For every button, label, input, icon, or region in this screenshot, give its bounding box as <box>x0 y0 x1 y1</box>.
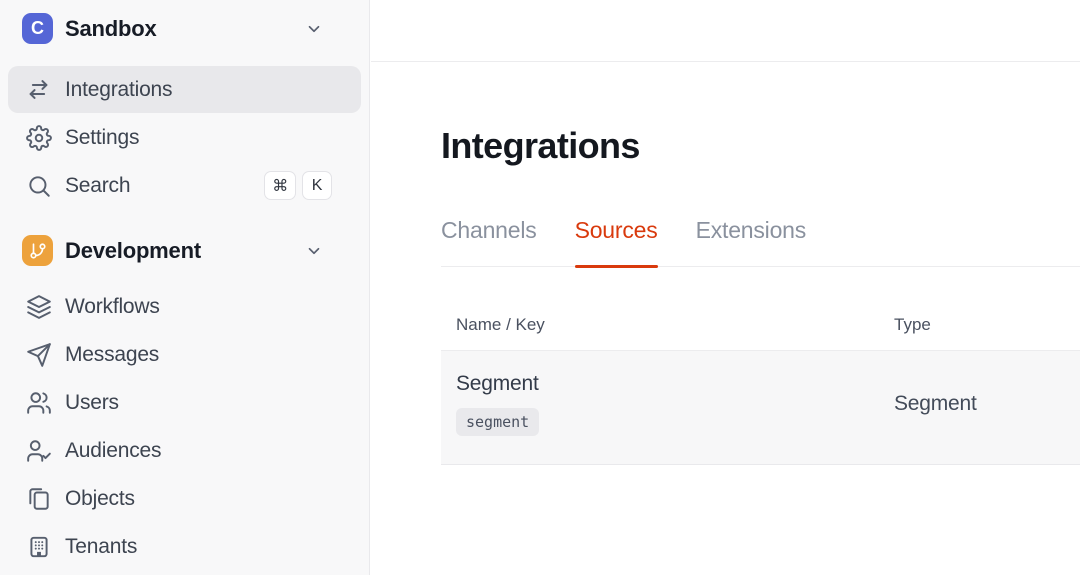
column-header-type: Type <box>894 315 931 334</box>
main-content: Integrations Channels Sources Extensions… <box>371 0 1080 575</box>
git-branch-icon <box>22 235 53 266</box>
workspace-logo: C <box>22 13 53 44</box>
sidebar-item-users[interactable]: Users <box>8 379 361 426</box>
sidebar-item-audiences[interactable]: Audiences <box>8 427 361 474</box>
sidebar-item-tenants[interactable]: Tenants <box>8 523 361 570</box>
sidebar-item-label: Settings <box>65 125 140 149</box>
chevron-down-icon <box>305 20 323 38</box>
building-icon <box>25 534 52 560</box>
source-key-badge: segment <box>456 408 540 436</box>
sidebar-nav-development: Workflows Messages Users Audiences Objec… <box>0 283 369 570</box>
sidebar-item-integrations[interactable]: Integrations <box>8 66 361 113</box>
column-header-name-key: Name / Key <box>456 315 545 334</box>
kbd-command: ⌘ <box>264 171 296 200</box>
table-row[interactable]: Segment segment Segment <box>441 351 1080 465</box>
sidebar-item-label: Search <box>65 173 131 197</box>
search-icon <box>25 173 52 199</box>
page-title: Integrations <box>441 125 640 166</box>
sidebar-item-label: Users <box>65 390 119 414</box>
users-icon <box>25 390 52 416</box>
sidebar-item-label: Workflows <box>65 294 160 318</box>
tab-channels[interactable]: Channels <box>441 218 537 266</box>
tab-sources[interactable]: Sources <box>574 218 658 268</box>
sidebar-nav-top: Integrations Settings Search ⌘ K <box>0 66 369 209</box>
source-type: Segment <box>894 391 977 415</box>
sidebar-item-messages[interactable]: Messages <box>8 331 361 378</box>
table-header: Name / Key Type <box>441 315 1080 351</box>
workspace-name: Sandbox <box>65 15 157 41</box>
sidebar-item-label: Tenants <box>65 534 138 558</box>
copy-icon <box>25 486 52 512</box>
workspace-switcher[interactable]: C Sandbox <box>0 0 369 57</box>
sources-table: Name / Key Type Segment segment Segment <box>441 315 1080 465</box>
sidebar-item-label: Objects <box>65 486 135 510</box>
tabs: Channels Sources Extensions <box>441 218 1080 268</box>
swap-arrows-icon <box>25 76 52 103</box>
sidebar-item-search[interactable]: Search ⌘ K <box>8 162 361 209</box>
paper-plane-icon <box>25 342 52 368</box>
kbd-k: K <box>302 171 332 200</box>
sidebar-item-objects[interactable]: Objects <box>8 475 361 522</box>
sidebar-item-label: Messages <box>65 342 160 366</box>
chevron-down-icon <box>305 242 323 260</box>
environment-name: Development <box>65 237 201 263</box>
sidebar-item-label: Integrations <box>65 77 173 101</box>
source-name: Segment <box>456 372 539 395</box>
sidebar-item-workflows[interactable]: Workflows <box>8 283 361 330</box>
sidebar: C Sandbox Integrations Settings Search ⌘ <box>0 0 370 575</box>
search-shortcut: ⌘ K <box>264 171 332 200</box>
user-check-icon <box>25 438 52 464</box>
topbar <box>371 0 1080 62</box>
sidebar-item-label: Audiences <box>65 438 162 462</box>
layers-icon <box>25 294 52 320</box>
environment-switcher-development[interactable]: Development <box>0 222 369 279</box>
sidebar-item-settings[interactable]: Settings <box>8 114 361 161</box>
tab-extensions[interactable]: Extensions <box>696 218 807 266</box>
gear-icon <box>25 124 52 151</box>
